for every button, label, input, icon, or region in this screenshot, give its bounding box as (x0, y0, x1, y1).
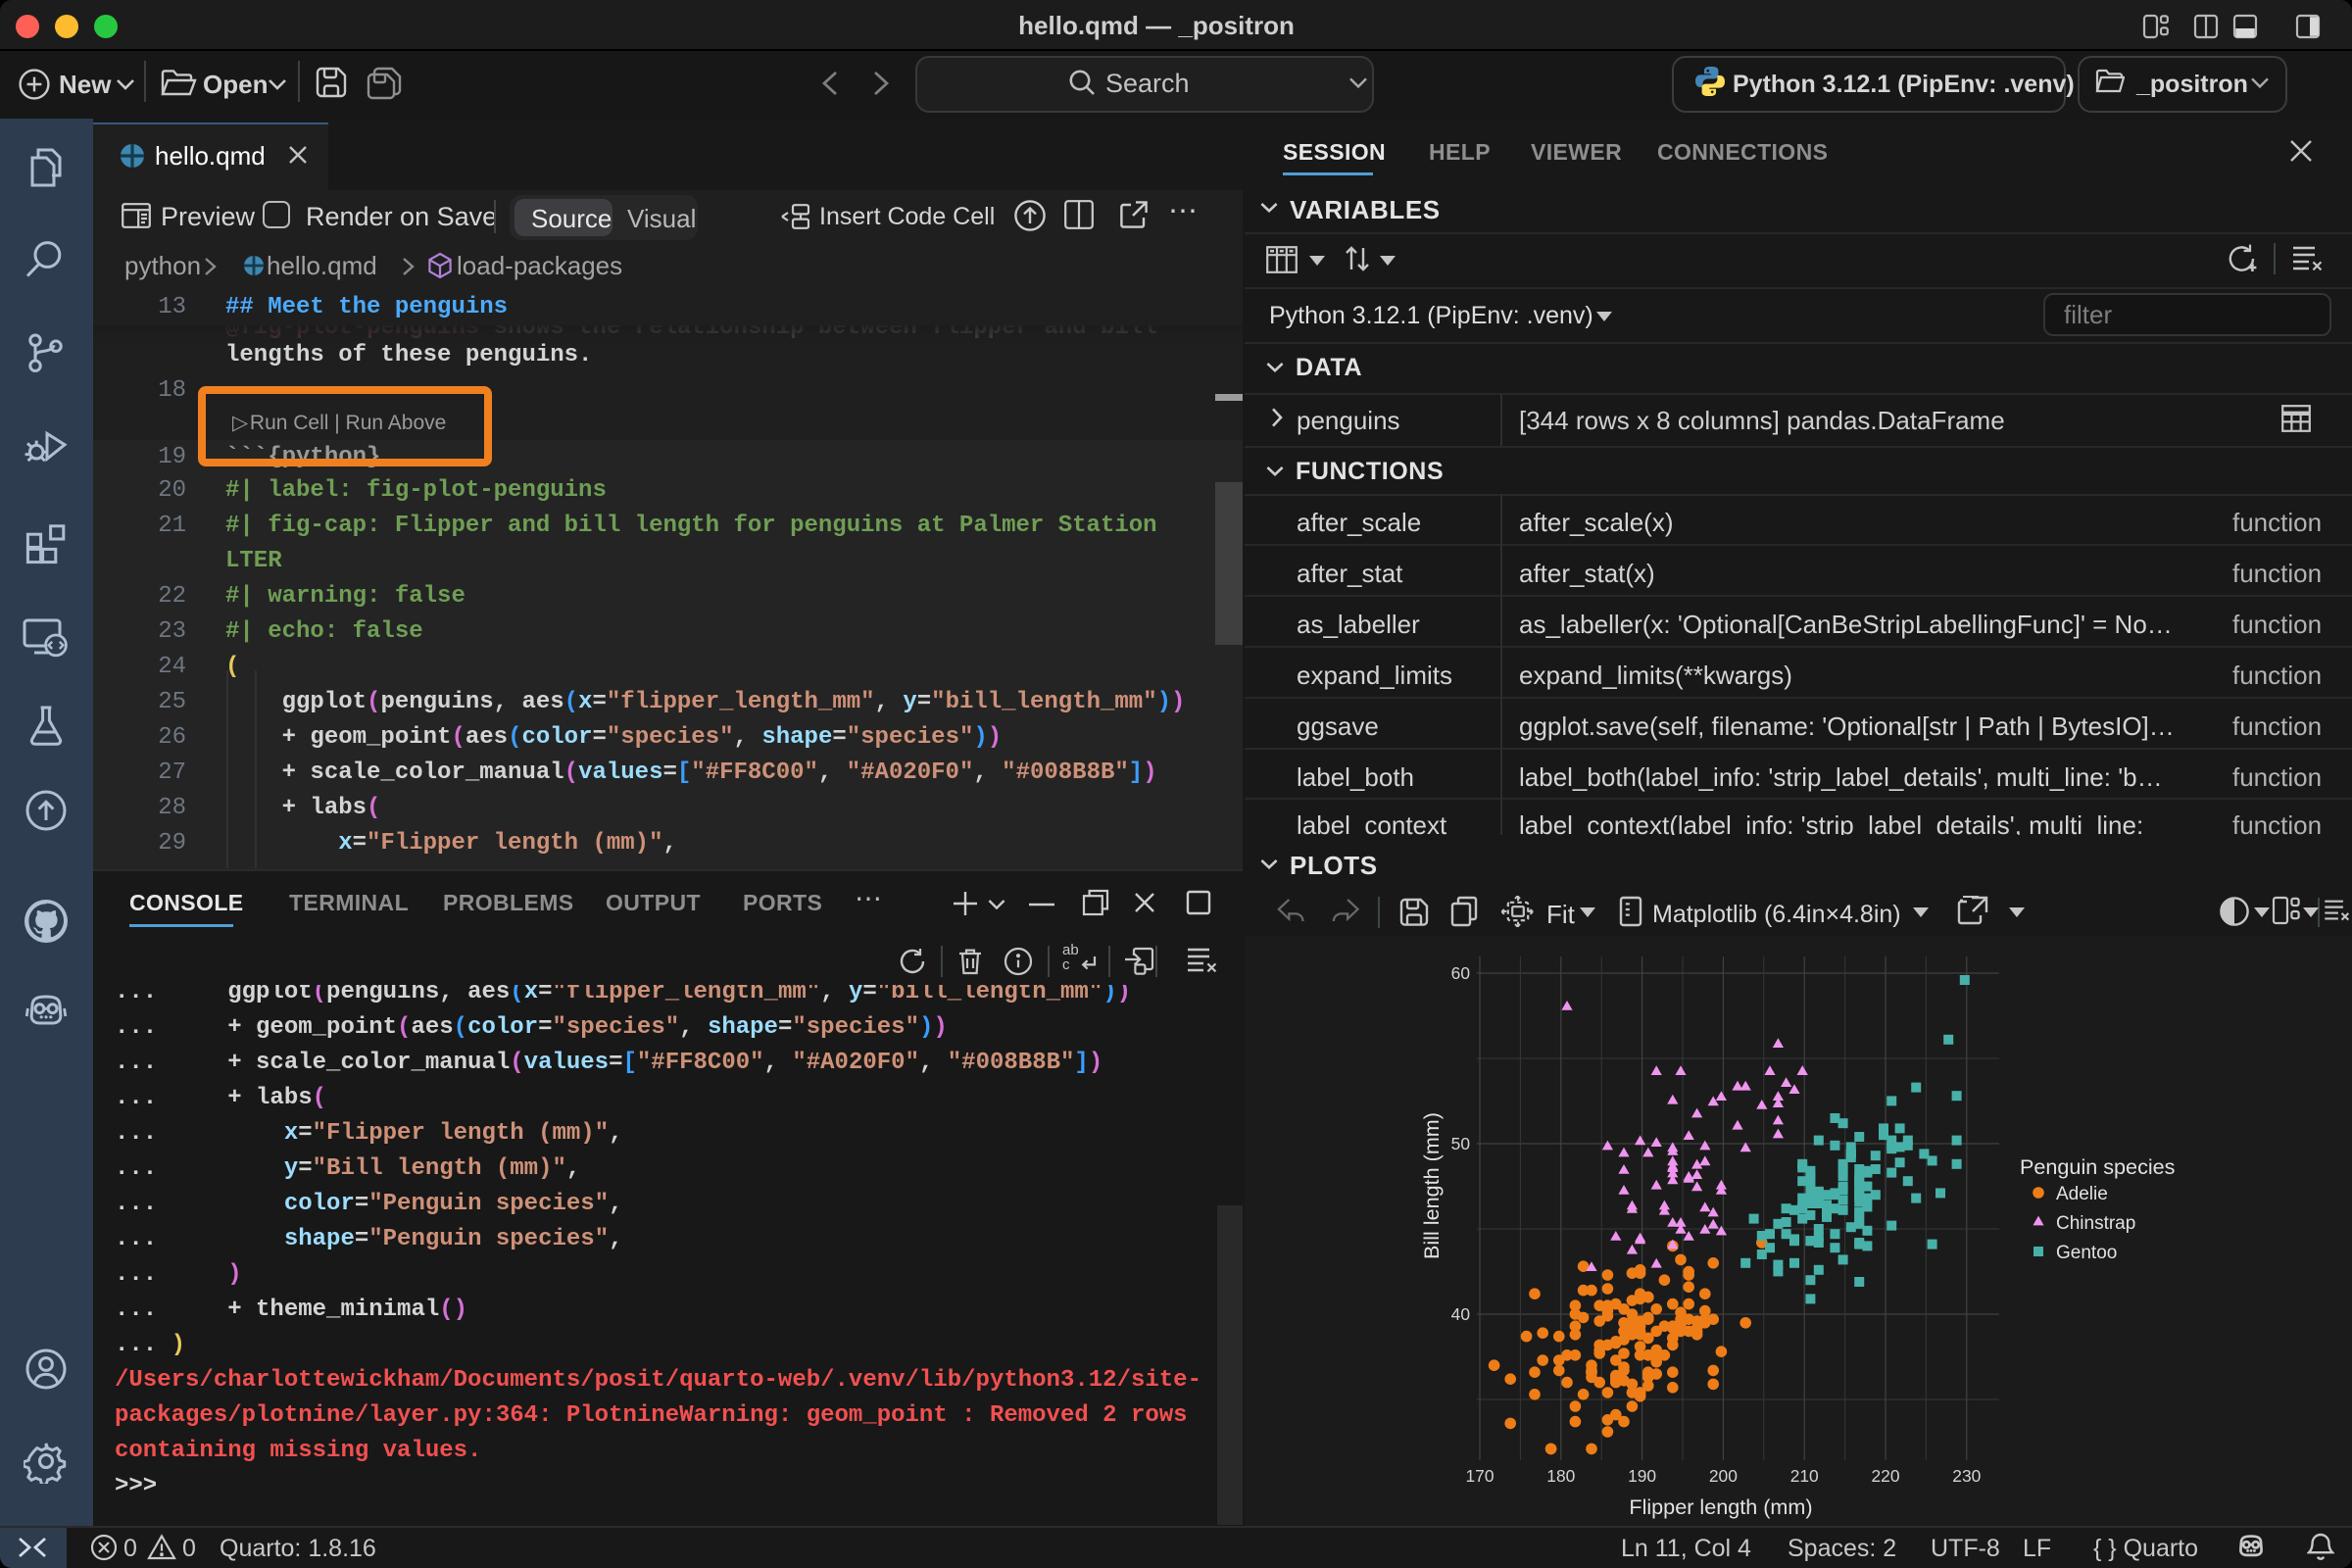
svg-text:50: 50 (1451, 1134, 1470, 1153)
svg-text:190: 190 (1628, 1466, 1656, 1486)
svg-text:220: 220 (1871, 1466, 1899, 1486)
svg-text:Chinstrap: Chinstrap (2056, 1213, 2135, 1234)
svg-text:230: 230 (1952, 1466, 1981, 1486)
svg-text:Gentoo: Gentoo (2056, 1243, 2117, 1263)
svg-text:Bill length (mm): Bill length (mm) (1419, 1112, 1444, 1259)
svg-text:Flipper length (mm): Flipper length (mm) (1629, 1494, 1812, 1519)
svg-text:170: 170 (1465, 1466, 1494, 1486)
svg-text:Penguin species: Penguin species (2020, 1154, 2176, 1179)
svg-text:40: 40 (1451, 1304, 1470, 1324)
svg-text:60: 60 (1451, 963, 1470, 983)
svg-text:180: 180 (1546, 1466, 1575, 1486)
svg-text:210: 210 (1790, 1466, 1819, 1486)
svg-text:200: 200 (1709, 1466, 1738, 1486)
svg-text:Adelie: Adelie (2056, 1184, 2108, 1204)
